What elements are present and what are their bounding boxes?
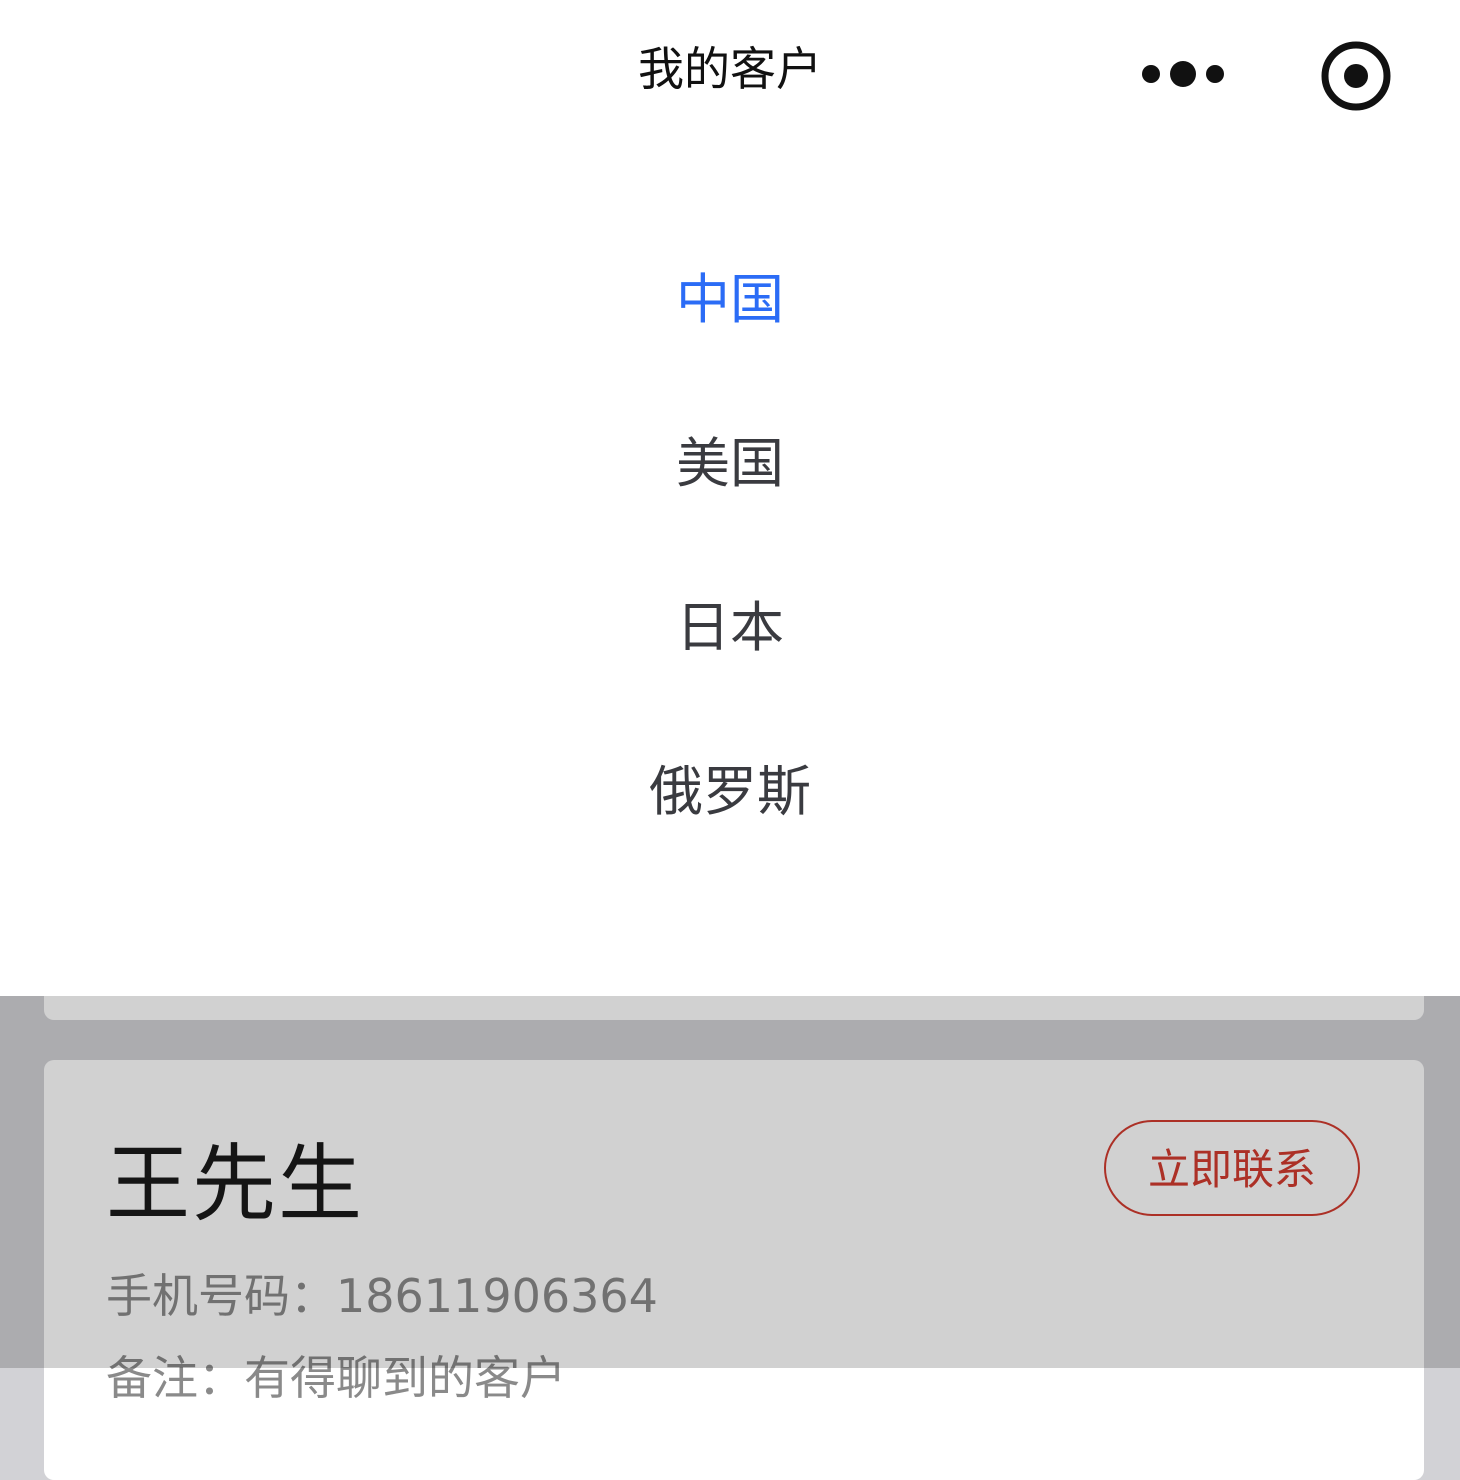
country-filter-dropdown: 中国 美国 日本 俄罗斯 bbox=[0, 140, 1460, 996]
more-dots-icon bbox=[1170, 61, 1196, 87]
more-dots-icon bbox=[1206, 65, 1224, 83]
dropdown-option-russia[interactable]: 俄罗斯 bbox=[0, 732, 1460, 852]
top-navbar: 我的客户 bbox=[0, 0, 1460, 140]
close-miniprogram-button[interactable] bbox=[1304, 24, 1408, 124]
target-circle-icon bbox=[1321, 41, 1391, 111]
dropdown-option-usa[interactable]: 美国 bbox=[0, 404, 1460, 524]
more-menu-button[interactable] bbox=[1132, 48, 1236, 100]
dropdown-option-china[interactable]: 中国 bbox=[0, 240, 1460, 360]
dropdown-option-japan[interactable]: 日本 bbox=[0, 568, 1460, 688]
page-title: 我的客户 bbox=[638, 42, 822, 96]
more-dots-icon bbox=[1142, 65, 1160, 83]
